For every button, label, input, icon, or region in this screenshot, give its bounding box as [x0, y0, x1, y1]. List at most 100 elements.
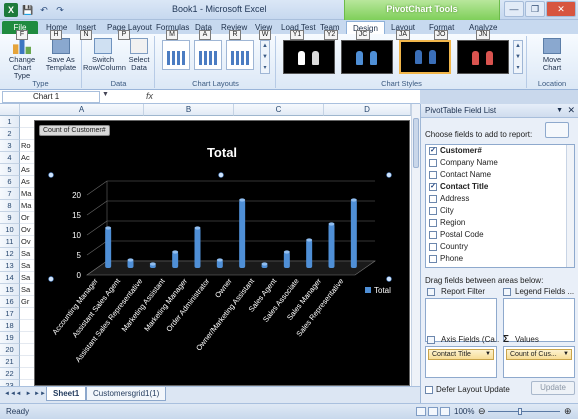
cell-a[interactable]: As — [20, 176, 34, 188]
row-header[interactable]: 5 — [0, 164, 20, 176]
chart-layout-3[interactable] — [226, 40, 254, 70]
row-header[interactable]: 4 — [0, 152, 20, 164]
field-item[interactable]: Address — [426, 193, 574, 205]
scrollbar-thumb[interactable] — [413, 118, 419, 168]
minimize-button[interactable]: — — [504, 1, 524, 17]
cell-a[interactable] — [20, 128, 34, 140]
save-as-template-button[interactable]: Save As Template — [42, 38, 80, 72]
row-header[interactable]: 16 — [0, 296, 20, 308]
field-checkbox[interactable] — [429, 171, 437, 179]
legend-fields-drop-area[interactable] — [503, 298, 575, 342]
zoom-out-icon[interactable]: ⊖ — [478, 406, 486, 417]
chart-style-4[interactable] — [457, 40, 509, 74]
cell-a[interactable]: Sa — [20, 284, 34, 296]
row-header[interactable]: 21 — [0, 356, 20, 368]
page-layout-view-button[interactable] — [428, 407, 438, 416]
cell-a[interactable]: As — [20, 164, 34, 176]
cell-a[interactable] — [20, 368, 34, 380]
row-header[interactable]: 13 — [0, 260, 20, 272]
name-box-dropdown-icon[interactable]: ▼ — [102, 91, 109, 98]
row-header[interactable]: 6 — [0, 176, 20, 188]
row-header[interactable]: 10 — [0, 224, 20, 236]
column-header-c[interactable]: C — [234, 104, 324, 116]
row-header[interactable]: 7 — [0, 188, 20, 200]
restore-button[interactable]: ❐ — [525, 1, 545, 17]
row-header[interactable]: 22 — [0, 368, 20, 380]
field-checkbox[interactable] — [429, 207, 437, 215]
cell-a[interactable]: Ma — [20, 188, 34, 200]
field-checkbox[interactable] — [429, 243, 437, 251]
contact-title-chip[interactable]: Contact Title — [428, 349, 494, 360]
row-header[interactable]: 2 — [0, 128, 20, 140]
cell-a[interactable]: Ro — [20, 140, 34, 152]
sheet-tab-sheet1[interactable]: Sheet1 — [46, 387, 87, 401]
field-checkbox[interactable] — [429, 159, 437, 167]
field-checkbox[interactable]: ✓ — [429, 147, 437, 155]
next-sheet-icon[interactable]: ► — [24, 390, 33, 400]
vertical-scrollbar[interactable] — [411, 104, 420, 386]
axis-fields-drop-area[interactable]: Contact Title — [425, 346, 497, 378]
pane-options-icon[interactable]: ▼ — [556, 104, 563, 117]
field-list-layout-button[interactable] — [545, 122, 569, 138]
chart-layouts-more-button[interactable]: ▲ ▼ ▾ — [260, 40, 270, 74]
column-header-b[interactable]: B — [144, 104, 234, 116]
change-chart-type-button[interactable]: Change Chart Type — [4, 38, 40, 80]
row-header[interactable]: 11 — [0, 236, 20, 248]
cell-a[interactable] — [20, 116, 34, 128]
cell-a[interactable]: Ac — [20, 152, 34, 164]
sheet-tab-customersgrid[interactable]: Customersgrid1(1) — [86, 387, 167, 401]
field-item[interactable]: Phone — [426, 253, 574, 265]
chart-style-2[interactable] — [341, 40, 393, 74]
row-header[interactable]: 12 — [0, 248, 20, 260]
field-item[interactable]: Region — [426, 217, 574, 229]
row-header[interactable]: 20 — [0, 344, 20, 356]
save-icon[interactable]: 💾 — [22, 4, 34, 16]
row-header[interactable]: 17 — [0, 308, 20, 320]
cell-a[interactable] — [20, 356, 34, 368]
column-header-a[interactable]: A — [20, 104, 144, 116]
name-box[interactable]: Chart 1 — [2, 91, 100, 103]
row-header[interactable]: 18 — [0, 320, 20, 332]
field-item[interactable]: Contact Name — [426, 169, 574, 181]
cell-a[interactable]: Sa — [20, 248, 34, 260]
defer-checkbox[interactable] — [425, 385, 433, 394]
zoom-in-icon[interactable]: ⊕ — [564, 406, 572, 417]
first-sheet-icon[interactable]: ◄◄ — [4, 390, 16, 400]
prev-sheet-icon[interactable]: ◄ — [14, 390, 23, 400]
update-button[interactable]: Update — [531, 381, 575, 395]
values-drop-area[interactable]: Count of Cus... — [503, 346, 575, 378]
close-pane-icon[interactable]: ✕ — [567, 104, 575, 117]
field-list-scrollbar[interactable] — [566, 145, 574, 267]
row-header[interactable]: 15 — [0, 284, 20, 296]
row-header[interactable]: 19 — [0, 332, 20, 344]
count-of-customer-chip[interactable]: Count of Cus... — [506, 349, 572, 360]
chart-layout-2[interactable] — [194, 40, 222, 70]
row-header[interactable]: 3 — [0, 140, 20, 152]
cell-a[interactable] — [20, 332, 34, 344]
cell-a[interactable]: Ov — [20, 224, 34, 236]
field-checkbox[interactable] — [429, 219, 437, 227]
cell-a[interactable]: Gr — [20, 296, 34, 308]
zoom-slider[interactable] — [488, 408, 560, 415]
redo-icon[interactable]: ↷ — [54, 4, 66, 16]
excel-app-icon[interactable]: X — [4, 3, 18, 17]
field-item[interactable]: Company Name — [426, 157, 574, 169]
cell-a[interactable]: Sa — [20, 260, 34, 272]
field-item[interactable]: Postal Code — [426, 229, 574, 241]
chart-style-1[interactable] — [283, 40, 335, 74]
row-header[interactable]: 8 — [0, 200, 20, 212]
field-item[interactable]: Country — [426, 241, 574, 253]
move-chart-button[interactable]: Move Chart — [534, 38, 570, 72]
zoom-level[interactable]: 100% — [454, 407, 474, 416]
row-header[interactable]: 9 — [0, 212, 20, 224]
normal-view-button[interactable] — [416, 407, 426, 416]
undo-icon[interactable]: ↶ — [38, 4, 50, 16]
cell-a[interactable] — [20, 344, 34, 356]
chart-style-3-selected[interactable] — [399, 40, 451, 74]
column-header-d[interactable]: D — [324, 104, 411, 116]
field-checkbox[interactable] — [429, 195, 437, 203]
page-break-view-button[interactable] — [440, 407, 450, 416]
zoom-slider-knob[interactable] — [518, 408, 522, 415]
select-data-button[interactable]: Select Data — [125, 38, 153, 72]
close-button[interactable]: ✕ — [546, 1, 576, 17]
